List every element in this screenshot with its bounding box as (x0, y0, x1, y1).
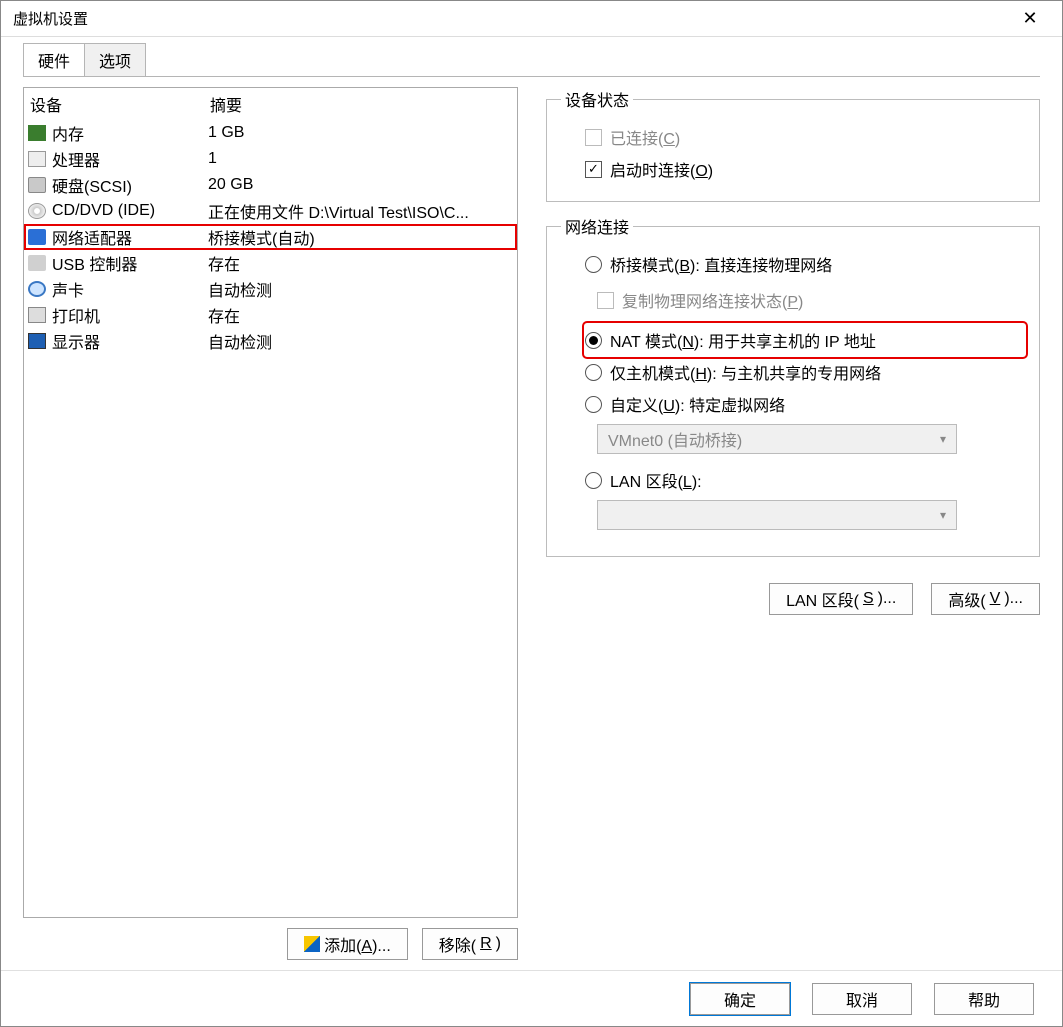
chevron-down-icon: ▾ (940, 508, 946, 522)
device-summary: 1 GB (208, 124, 513, 142)
radio-icon (585, 472, 602, 489)
device-row-prn[interactable]: 打印机 存在 (24, 302, 517, 328)
hardware-pane: 设备 摘要 内存 1 GB 处理器 1 硬盘(SCSI) 20 GB CD/DVD (IDE… (23, 76, 1040, 960)
device-summary: 正在使用文件 D:\Virtual Test\ISO\C... (208, 199, 513, 223)
device-summary: 20 GB (208, 176, 513, 194)
radio-icon (585, 396, 602, 413)
checkbox-connected: 已连接(C) (585, 121, 1025, 153)
custom-label: 自定义(U): 特定虚拟网络 (610, 392, 785, 416)
radio-icon (585, 332, 602, 349)
col-summary: 摘要 (210, 92, 242, 116)
device-name: 打印机 (52, 303, 100, 327)
lan-segments-button[interactable]: LAN 区段(S)... (769, 583, 913, 615)
custom-network-combo: VMnet0 (自动桥接) ▾ (597, 424, 957, 454)
tab-options[interactable]: 选项 (85, 43, 146, 76)
network-connection-group: 网络连接 桥接模式(B): 直接连接物理网络 复制物理网络连接状态(P) NAT… (546, 214, 1040, 557)
lan-segment-combo: ▾ (597, 500, 957, 530)
device-summary: 1 (208, 150, 513, 168)
checkbox-icon (585, 129, 602, 146)
device-summary: 自动检测 (208, 277, 513, 301)
device-row-mem[interactable]: 内存 1 GB (24, 120, 517, 146)
device-name: 内存 (52, 121, 84, 145)
col-device: 设备 (30, 92, 210, 116)
checkbox-replicate-state: 复制物理网络连接状态(P) (597, 284, 1025, 316)
add-button[interactable]: 添加(A)... (287, 928, 408, 960)
hostonly-label: 仅主机模式(H): 与主机共享的专用网络 (610, 360, 881, 384)
poweron-label: 启动时连接(O) (610, 157, 713, 181)
help-button[interactable]: 帮助 (934, 983, 1034, 1015)
window-title: 虚拟机设置 (13, 8, 88, 29)
device-summary: 存在 (208, 251, 513, 275)
checkbox-connect-at-poweron[interactable]: ✓ 启动时连接(O) (585, 153, 1025, 185)
radio-custom[interactable]: 自定义(U): 特定虚拟网络 (585, 388, 1025, 420)
device-name: 硬盘(SCSI) (52, 173, 132, 197)
network-legend: 网络连接 (561, 214, 633, 238)
shield-icon (304, 936, 320, 952)
add-label: 添加(A)... (324, 932, 391, 956)
ok-button[interactable]: 确定 (690, 983, 790, 1015)
device-summary: 存在 (208, 303, 513, 327)
snd-icon (28, 281, 46, 297)
device-name: 处理器 (52, 147, 100, 171)
device-name: 显示器 (52, 329, 100, 353)
device-row-snd[interactable]: 声卡 自动检测 (24, 276, 517, 302)
checkbox-icon: ✓ (585, 161, 602, 178)
device-list-header: 设备 摘要 (24, 88, 517, 120)
net-icon (28, 229, 46, 245)
radio-lan-segment[interactable]: LAN 区段(L): (585, 464, 1025, 496)
cpu-icon (28, 151, 46, 167)
device-state-group: 设备状态 已连接(C) ✓ 启动时连接(O) (546, 87, 1040, 202)
network-extra-buttons: LAN 区段(S)... 高级(V)... (546, 583, 1040, 615)
hdd-icon (28, 177, 46, 193)
remove-button[interactable]: 移除(R) (422, 928, 518, 960)
device-panel: 设备 摘要 内存 1 GB 处理器 1 硬盘(SCSI) 20 GB CD/DVD (IDE… (23, 87, 518, 960)
disp-icon (28, 333, 46, 349)
nat-label: NAT 模式(N): 用于共享主机的 IP 地址 (610, 328, 876, 352)
advanced-button[interactable]: 高级(V)... (931, 583, 1040, 615)
close-icon[interactable]: ✕ (1010, 8, 1050, 29)
prn-icon (28, 307, 46, 323)
device-name: 声卡 (52, 277, 84, 301)
device-name: USB 控制器 (52, 251, 137, 275)
device-row-net[interactable]: 网络适配器 桥接模式(自动) (24, 224, 517, 250)
device-row-usb[interactable]: USB 控制器 存在 (24, 250, 517, 276)
device-list[interactable]: 设备 摘要 内存 1 GB 处理器 1 硬盘(SCSI) 20 GB CD/DVD (IDE… (23, 87, 518, 918)
device-row-cd[interactable]: CD/DVD (IDE) 正在使用文件 D:\Virtual Test\ISO\C… (24, 198, 517, 224)
device-buttons: 添加(A)... 移除(R) (23, 928, 518, 960)
radio-icon (585, 364, 602, 381)
device-name: 网络适配器 (52, 225, 132, 249)
dialog-footer: 确定 取消 帮助 (1, 970, 1062, 1026)
device-row-hdd[interactable]: 硬盘(SCSI) 20 GB (24, 172, 517, 198)
chevron-down-icon: ▾ (940, 432, 946, 446)
device-state-legend: 设备状态 (561, 87, 633, 111)
replicate-label: 复制物理网络连接状态(P) (622, 288, 803, 312)
connected-label: 已连接(C) (610, 125, 680, 149)
device-name: CD/DVD (IDE) (52, 202, 155, 220)
device-summary: 自动检测 (208, 329, 513, 353)
device-row-disp[interactable]: 显示器 自动检测 (24, 328, 517, 354)
radio-hostonly[interactable]: 仅主机模式(H): 与主机共享的专用网络 (585, 356, 1025, 388)
lan-label: LAN 区段(L): (610, 468, 702, 492)
radio-nat[interactable]: NAT 模式(N): 用于共享主机的 IP 地址 (585, 324, 1025, 356)
titlebar: 虚拟机设置 ✕ (1, 1, 1062, 37)
device-summary: 桥接模式(自动) (208, 225, 513, 249)
cd-icon (28, 203, 46, 219)
usb-icon (28, 255, 46, 271)
mem-icon (28, 125, 46, 141)
radio-bridged[interactable]: 桥接模式(B): 直接连接物理网络 (585, 248, 1025, 280)
dialog-body: 硬件 选项 设备 摘要 内存 1 GB 处理器 1 硬盘(SCSI) 20 GB CD/DV… (1, 37, 1062, 970)
settings-panel: 设备状态 已连接(C) ✓ 启动时连接(O) 网络连接 桥接模式(B): 直接连… (546, 87, 1040, 960)
tab-bar: 硬件 选项 (23, 43, 1062, 76)
tab-hardware[interactable]: 硬件 (23, 43, 85, 76)
radio-icon (585, 256, 602, 273)
checkbox-icon (597, 292, 614, 309)
bridged-label: 桥接模式(B): 直接连接物理网络 (610, 252, 832, 276)
custom-combo-value: VMnet0 (自动桥接) (608, 427, 742, 451)
vm-settings-dialog: 虚拟机设置 ✕ 硬件 选项 设备 摘要 内存 1 GB 处理器 1 硬盘(SCSI) 20… (0, 0, 1063, 1027)
cancel-button[interactable]: 取消 (812, 983, 912, 1015)
device-row-cpu[interactable]: 处理器 1 (24, 146, 517, 172)
